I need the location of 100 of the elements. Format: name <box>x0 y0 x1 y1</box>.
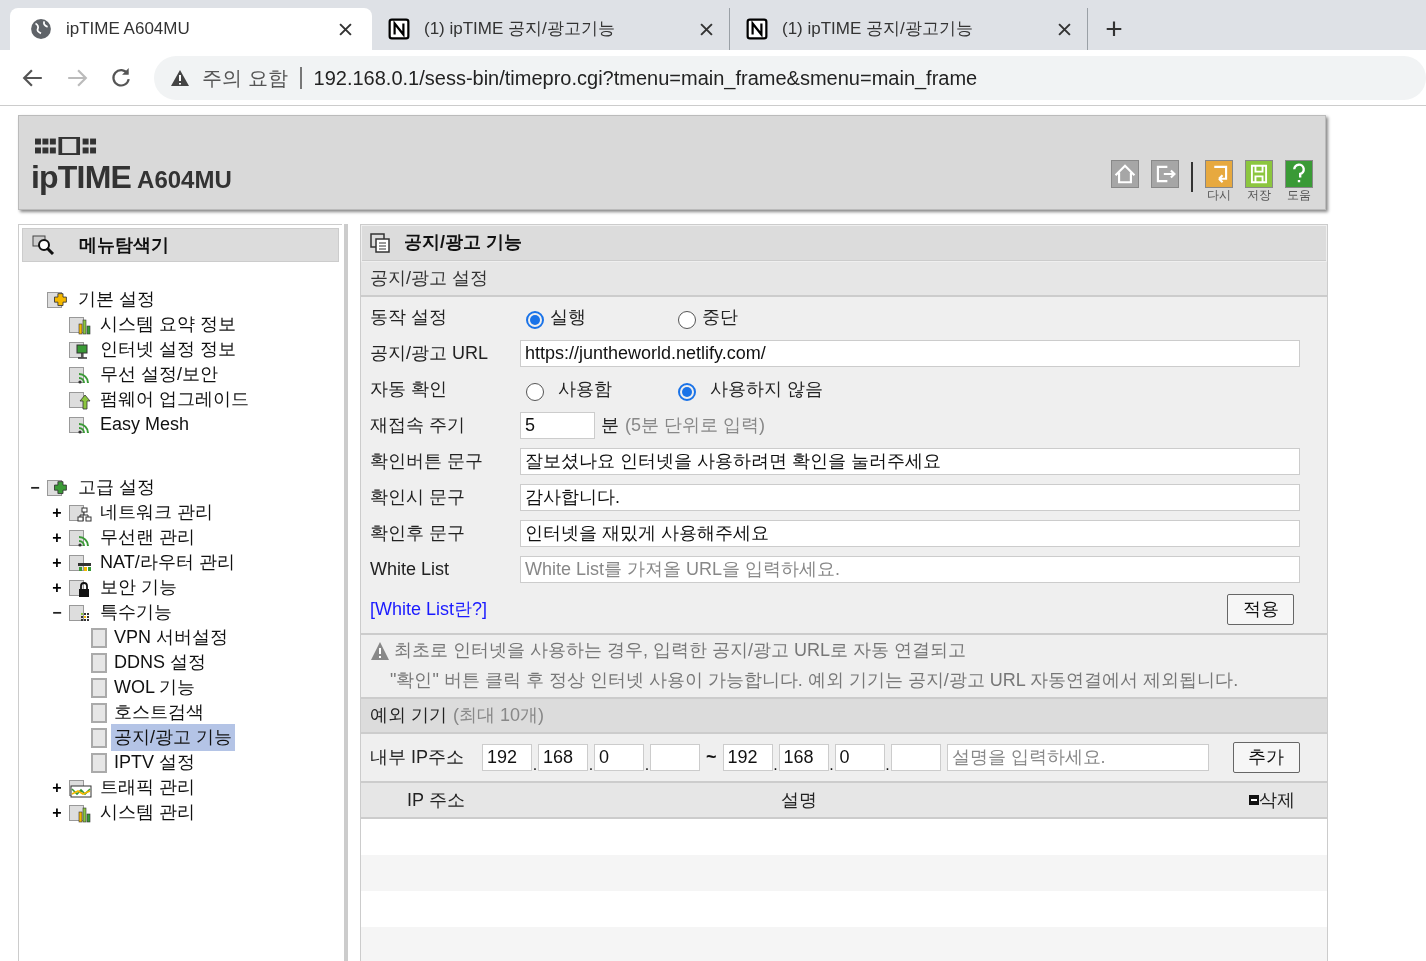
page-icon <box>91 627 107 648</box>
tree-item[interactable]: 펌웨어 업그레이드 <box>97 386 252 413</box>
upload-arrow-icon <box>69 389 93 410</box>
help-icon <box>1285 160 1313 188</box>
traffic-chart-icon <box>69 777 93 798</box>
close-icon[interactable] <box>1058 22 1071 36</box>
tree-item[interactable]: 특수기능 <box>97 599 175 626</box>
home-icon[interactable] <box>1111 160 1139 188</box>
ip-octet-field[interactable]: 168 <box>778 744 829 772</box>
tree-item[interactable]: NAT/라우터 관리 <box>97 549 238 576</box>
column-header: 설명 <box>781 788 818 812</box>
radio-button[interactable] <box>526 383 544 402</box>
browser-tab[interactable]: ipTIME A604MU <box>10 8 372 50</box>
text-field[interactable]: 감사합니다. <box>520 483 1300 511</box>
tree-item[interactable]: Easy Mesh <box>97 411 193 438</box>
tree-item[interactable]: WOL 기능 <box>111 674 199 701</box>
hint-text: (최대 10개) <box>453 703 545 727</box>
tree-item[interactable]: 보안 기능 <box>97 574 180 601</box>
tree-item[interactable]: 고급 설정 <box>75 474 158 501</box>
expand-toggle[interactable]: + <box>52 504 62 521</box>
text-field[interactable]: https://juntheworld.netlify.com/ <box>520 339 1300 367</box>
router-icon <box>69 552 93 573</box>
toolbar-button[interactable]: 도움 <box>1285 160 1313 201</box>
apply-button[interactable]: 적용 <box>1227 594 1294 626</box>
tree-item[interactable]: 시스템 관리 <box>97 799 198 826</box>
number-field[interactable]: 5 <box>520 411 595 439</box>
close-icon[interactable] <box>700 22 713 36</box>
tree-item[interactable]: 호스트검색 <box>111 699 207 726</box>
content-title: 공지/광고 기능 <box>404 231 522 255</box>
url-text: 192.168.0.1/sess-bin/timepro.cgi?tmenu=main_frame&smenu=main_frame <box>313 65 978 92</box>
field-label: 자동 확인 <box>370 377 448 401</box>
field-label: 내부 IP주소 <box>370 746 465 770</box>
reload-icon[interactable] <box>110 66 132 89</box>
globe-icon <box>30 18 52 40</box>
field-label: 확인후 문구 <box>370 521 466 545</box>
section-title: 예외 기기 <box>370 703 447 727</box>
tree-item[interactable]: 네트워크 관리 <box>97 499 216 526</box>
brand-logo: ipTIME <box>31 161 132 193</box>
radio-label: 중단 <box>702 305 738 329</box>
tree-item[interactable]: IPTV 설정 <box>111 749 198 776</box>
tree-item[interactable]: 무선랜 관리 <box>97 524 198 551</box>
new-tab-button[interactable]: + <box>1088 8 1140 50</box>
model-name: A604MU <box>137 168 232 192</box>
unit-label: 분 <box>601 413 619 437</box>
radio-button[interactable] <box>526 311 544 330</box>
tree-item[interactable]: 기본 설정 <box>75 286 158 313</box>
column-header: 삭제 <box>1259 788 1295 812</box>
tab-title: (1) ipTIME 공지/광고기능 <box>424 18 616 41</box>
notice-text: 최초로 인터넷을 사용하는 경우, 입력한 공지/광고 URL로 자동 연결되고 <box>394 639 967 663</box>
field-label: 공지/광고 URL <box>370 341 489 365</box>
page-icon <box>91 702 107 723</box>
expand-toggle[interactable]: + <box>52 804 62 821</box>
text-field[interactable]: White List를 가져올 URL을 입력하세요. <box>520 555 1300 583</box>
ip-octet-field[interactable]: 0 <box>594 744 644 772</box>
tree-item[interactable]: VPN 서버설정 <box>111 624 231 651</box>
floppy-icon <box>1245 160 1273 188</box>
search-icon <box>31 235 57 255</box>
radio-button[interactable] <box>678 311 696 330</box>
octet-dot: . <box>772 757 779 776</box>
expand-toggle[interactable]: + <box>52 529 62 546</box>
field-label: White List <box>370 557 451 581</box>
close-icon[interactable] <box>339 22 352 36</box>
octet-dot: . <box>644 757 650 776</box>
browser-tab[interactable]: (1) ipTIME 공지/광고기능 <box>730 8 1088 50</box>
return-icon <box>1205 160 1233 188</box>
help-link[interactable]: [White List란?] <box>370 596 488 624</box>
browser-tab[interactable]: (1) ipTIME 공지/광고기능 <box>372 8 730 50</box>
expand-toggle[interactable]: + <box>52 579 62 596</box>
exit-icon[interactable] <box>1151 160 1179 188</box>
collapse-toggle[interactable]: − <box>52 604 62 621</box>
radio-label: 사용하지 않음 <box>710 377 823 401</box>
text-field[interactable]: 인터넷을 재밌게 사용해주세요 <box>520 519 1300 547</box>
ip-octet-field[interactable] <box>650 744 700 772</box>
expand-toggle[interactable]: + <box>52 779 62 796</box>
tree-item[interactable]: 공지/광고 기능 <box>111 724 235 751</box>
ip-octet-field[interactable] <box>890 744 941 772</box>
field-label: 확인시 문구 <box>370 485 466 509</box>
expand-toggle[interactable]: + <box>52 554 62 571</box>
ip-octet-field[interactable]: 192 <box>722 744 773 772</box>
collapse-toggle[interactable]: − <box>30 479 40 496</box>
description-field[interactable]: 설명을 입력하세요. <box>946 744 1209 772</box>
tree-item[interactable]: 무선 설정/보안 <box>97 361 221 388</box>
toolbar-button[interactable]: 저장 <box>1245 160 1273 201</box>
ip-octet-field[interactable]: 168 <box>538 744 588 772</box>
address-bar[interactable]: 주의 요함 192.168.0.1/sess-bin/timepro.cgi?tmenu=main_frame&smenu=main_frame <box>154 55 1426 100</box>
toolbar-button[interactable]: 다시 <box>1205 160 1233 201</box>
tab-title: (1) ipTIME 공지/광고기능 <box>782 18 974 41</box>
chart-icon <box>69 802 93 823</box>
tree-item[interactable]: 트래픽 관리 <box>97 774 198 801</box>
tree-item[interactable]: 인터넷 설정 정보 <box>97 336 239 363</box>
field-label: 확인버튼 문구 <box>370 449 484 473</box>
checkbox-icon[interactable] <box>1249 795 1259 806</box>
text-field[interactable]: 잘보셨나요 인터넷을 사용하려면 확인을 눌러주세요 <box>520 447 1300 475</box>
ip-octet-field[interactable]: 0 <box>834 744 885 772</box>
add-button[interactable]: 추가 <box>1232 742 1300 774</box>
radio-button[interactable] <box>678 383 696 402</box>
tree-item[interactable]: 시스템 요약 정보 <box>97 311 239 338</box>
octet-dot: . <box>588 757 594 776</box>
ip-octet-field[interactable]: 192 <box>482 744 532 772</box>
tree-item[interactable]: DDNS 설정 <box>111 649 209 676</box>
